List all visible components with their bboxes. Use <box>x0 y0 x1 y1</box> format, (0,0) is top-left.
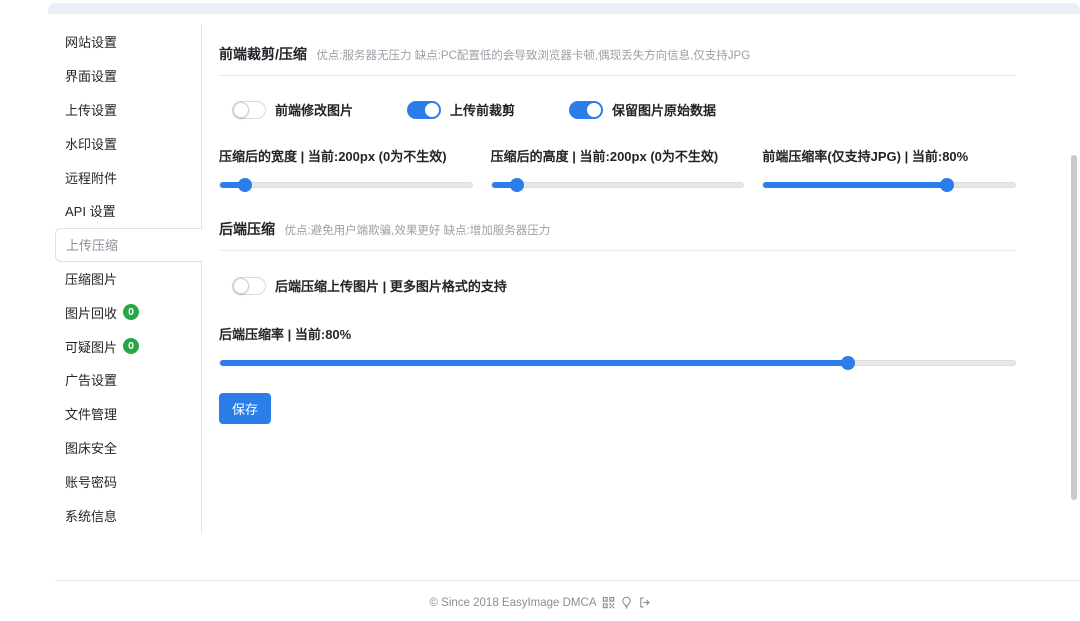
backend-section-title: 后端压缩 <box>219 221 275 237</box>
sidebar-item[interactable]: 远程附件 <box>55 160 201 194</box>
sidebar-item[interactable]: 可疑图片 0 <box>55 329 201 363</box>
footer-divider <box>55 580 1080 581</box>
sidebar-item-label: 水印设置 <box>65 136 118 152</box>
sidebar-item-label: 图片回收 <box>65 305 118 321</box>
frontend-section-header: 前端裁剪/压缩 优点:服务器无压力 缺点:PC配置低的会导致浏览器卡顿,偶现丢失… <box>219 44 1016 64</box>
slider-knob[interactable] <box>940 178 955 192</box>
frontend-slider-grid: 压缩后的宽度 | 当前:200px (0为不生效) 压缩后的高度 | 当前:200… <box>219 146 1016 192</box>
sidebar-item-label: 远程附件 <box>65 170 118 186</box>
divider <box>219 250 1016 251</box>
slider-label: 压缩后的高度 | 当前:200px (0为不生效) <box>490 149 719 164</box>
sidebar-item[interactable]: 网站设置 <box>55 25 201 59</box>
slider-track[interactable] <box>219 356 1016 370</box>
sidebar-item-label: 界面设置 <box>65 69 118 85</box>
sidebar-item[interactable]: 水印设置 <box>55 126 201 160</box>
sidebar-item-label: 账号密码 <box>65 474 118 490</box>
backend-toggle-row: 后端压缩上传图片 | 更多图片格式的支持 <box>219 276 1016 295</box>
sidebar-item-label: API 设置 <box>65 204 116 220</box>
toggle-group: 前端修改图片 <box>232 100 353 119</box>
backend-section-description: 优点:避免用户端欺骗,效果更好 缺点:增加服务器压力 <box>284 225 551 237</box>
frontend-section-title: 前端裁剪/压缩 <box>219 46 307 62</box>
sidebar-divider <box>201 25 202 533</box>
slider-track[interactable] <box>490 178 745 192</box>
toggle-group: 保留图片原始数据 <box>569 100 716 119</box>
slider-group: 前端压缩率(仅支持JPG) | 当前:80% <box>762 146 1016 192</box>
toggle-label: 前端修改图片 <box>275 103 354 118</box>
sidebar-item[interactable]: 系统信息 <box>55 498 201 532</box>
sidebar-item-label: 网站设置 <box>65 35 118 51</box>
toggle-knob <box>233 101 249 118</box>
toggle-switch[interactable] <box>569 100 604 119</box>
sidebar-item-label: 上传设置 <box>65 102 118 118</box>
slider-knob[interactable] <box>509 178 524 192</box>
sidebar-item[interactable]: API 设置 <box>55 194 201 228</box>
slider-label: 前端压缩率(仅支持JPG) | 当前:80% <box>762 149 969 164</box>
sidebar-item[interactable]: 压缩图片 <box>55 262 201 296</box>
sidebar-item-label: 可疑图片 <box>65 339 118 355</box>
backend-section-header: 后端压缩 优点:避免用户端欺骗,效果更好 缺点:增加服务器压力 <box>219 219 1016 239</box>
lightbulb-icon[interactable] <box>620 596 633 609</box>
count-badge: 0 <box>123 304 140 321</box>
slider-label: 压缩后的宽度 | 当前:200px (0为不生效) <box>219 149 447 164</box>
sidebar-item-label: 系统信息 <box>65 508 118 524</box>
slider-knob[interactable] <box>238 178 253 192</box>
sidebar: 网站设置 界面设置 上传设置 水印设置 远程附件 API 设置 上传压缩 压缩图片 图片回收 0 可… <box>55 25 203 532</box>
qr-code-icon[interactable] <box>602 596 615 609</box>
frontend-toggle-row: 前端修改图片 上传前裁剪 保留图片原始数据 <box>219 100 1016 119</box>
count-badge: 0 <box>123 338 140 355</box>
slider-group: 压缩后的高度 | 当前:200px (0为不生效) <box>490 146 745 192</box>
sidebar-item-label: 广告设置 <box>65 373 118 389</box>
toggle-switch[interactable] <box>407 100 442 119</box>
divider <box>219 75 1016 76</box>
backend-slider-label: 后端压缩率 | 当前:80% <box>219 327 352 342</box>
sidebar-item[interactable]: 广告设置 <box>55 363 201 397</box>
sidebar-item[interactable]: 界面设置 <box>55 59 201 93</box>
toggle-knob <box>233 277 249 294</box>
sidebar-item-label: 图床安全 <box>65 440 118 456</box>
save-button[interactable]: 保存 <box>219 393 272 424</box>
sidebar-item-label: 文件管理 <box>65 407 118 423</box>
top-navbar-strip <box>48 3 1080 14</box>
toggle-label: 保留图片原始数据 <box>612 103 717 118</box>
toggle-knob <box>425 102 440 117</box>
sidebar-item-label: 压缩图片 <box>65 271 118 287</box>
slider-knob[interactable] <box>841 356 856 370</box>
sidebar-item[interactable]: 图片回收 0 <box>55 295 201 329</box>
footer-copyright-text: © Since 2018 EasyImage DMCA <box>429 596 597 609</box>
sidebar-item[interactable]: 上传压缩 <box>55 227 203 262</box>
slider-fill <box>220 360 849 366</box>
toggle-group: 后端压缩上传图片 | 更多图片格式的支持 <box>232 276 1016 295</box>
slider-track[interactable] <box>219 178 473 192</box>
sidebar-item[interactable]: 文件管理 <box>55 397 201 431</box>
footer: © Since 2018 EasyImage DMCA <box>0 596 1080 609</box>
sidebar-item-label: 上传压缩 <box>66 238 119 254</box>
sidebar-item[interactable]: 上传设置 <box>55 93 201 127</box>
toggle-label: 上传前裁剪 <box>450 103 516 118</box>
scrollbar-thumb[interactable] <box>1071 155 1077 500</box>
settings-content: 前端裁剪/压缩 优点:服务器无压力 缺点:PC配置低的会导致浏览器卡顿,偶现丢失… <box>219 44 1016 424</box>
toggle-switch[interactable] <box>232 276 266 295</box>
sidebar-item[interactable]: 账号密码 <box>55 464 201 498</box>
slider-fill <box>763 182 948 188</box>
toggle-group: 上传前裁剪 <box>407 100 515 119</box>
frontend-section-description: 优点:服务器无压力 缺点:PC配置低的会导致浏览器卡顿,偶现丢失方向信息,仅支持… <box>316 50 751 62</box>
slider-track[interactable] <box>762 178 1016 192</box>
backend-slider-wrap <box>219 356 1016 370</box>
sidebar-item[interactable]: 图床安全 <box>55 431 201 465</box>
toggle-knob <box>587 102 602 117</box>
toggle-label: 后端压缩上传图片 | 更多图片格式的支持 <box>275 279 507 294</box>
slider-group: 压缩后的宽度 | 当前:200px (0为不生效) <box>219 146 473 192</box>
logout-icon[interactable] <box>638 596 651 609</box>
toggle-switch[interactable] <box>232 100 266 119</box>
